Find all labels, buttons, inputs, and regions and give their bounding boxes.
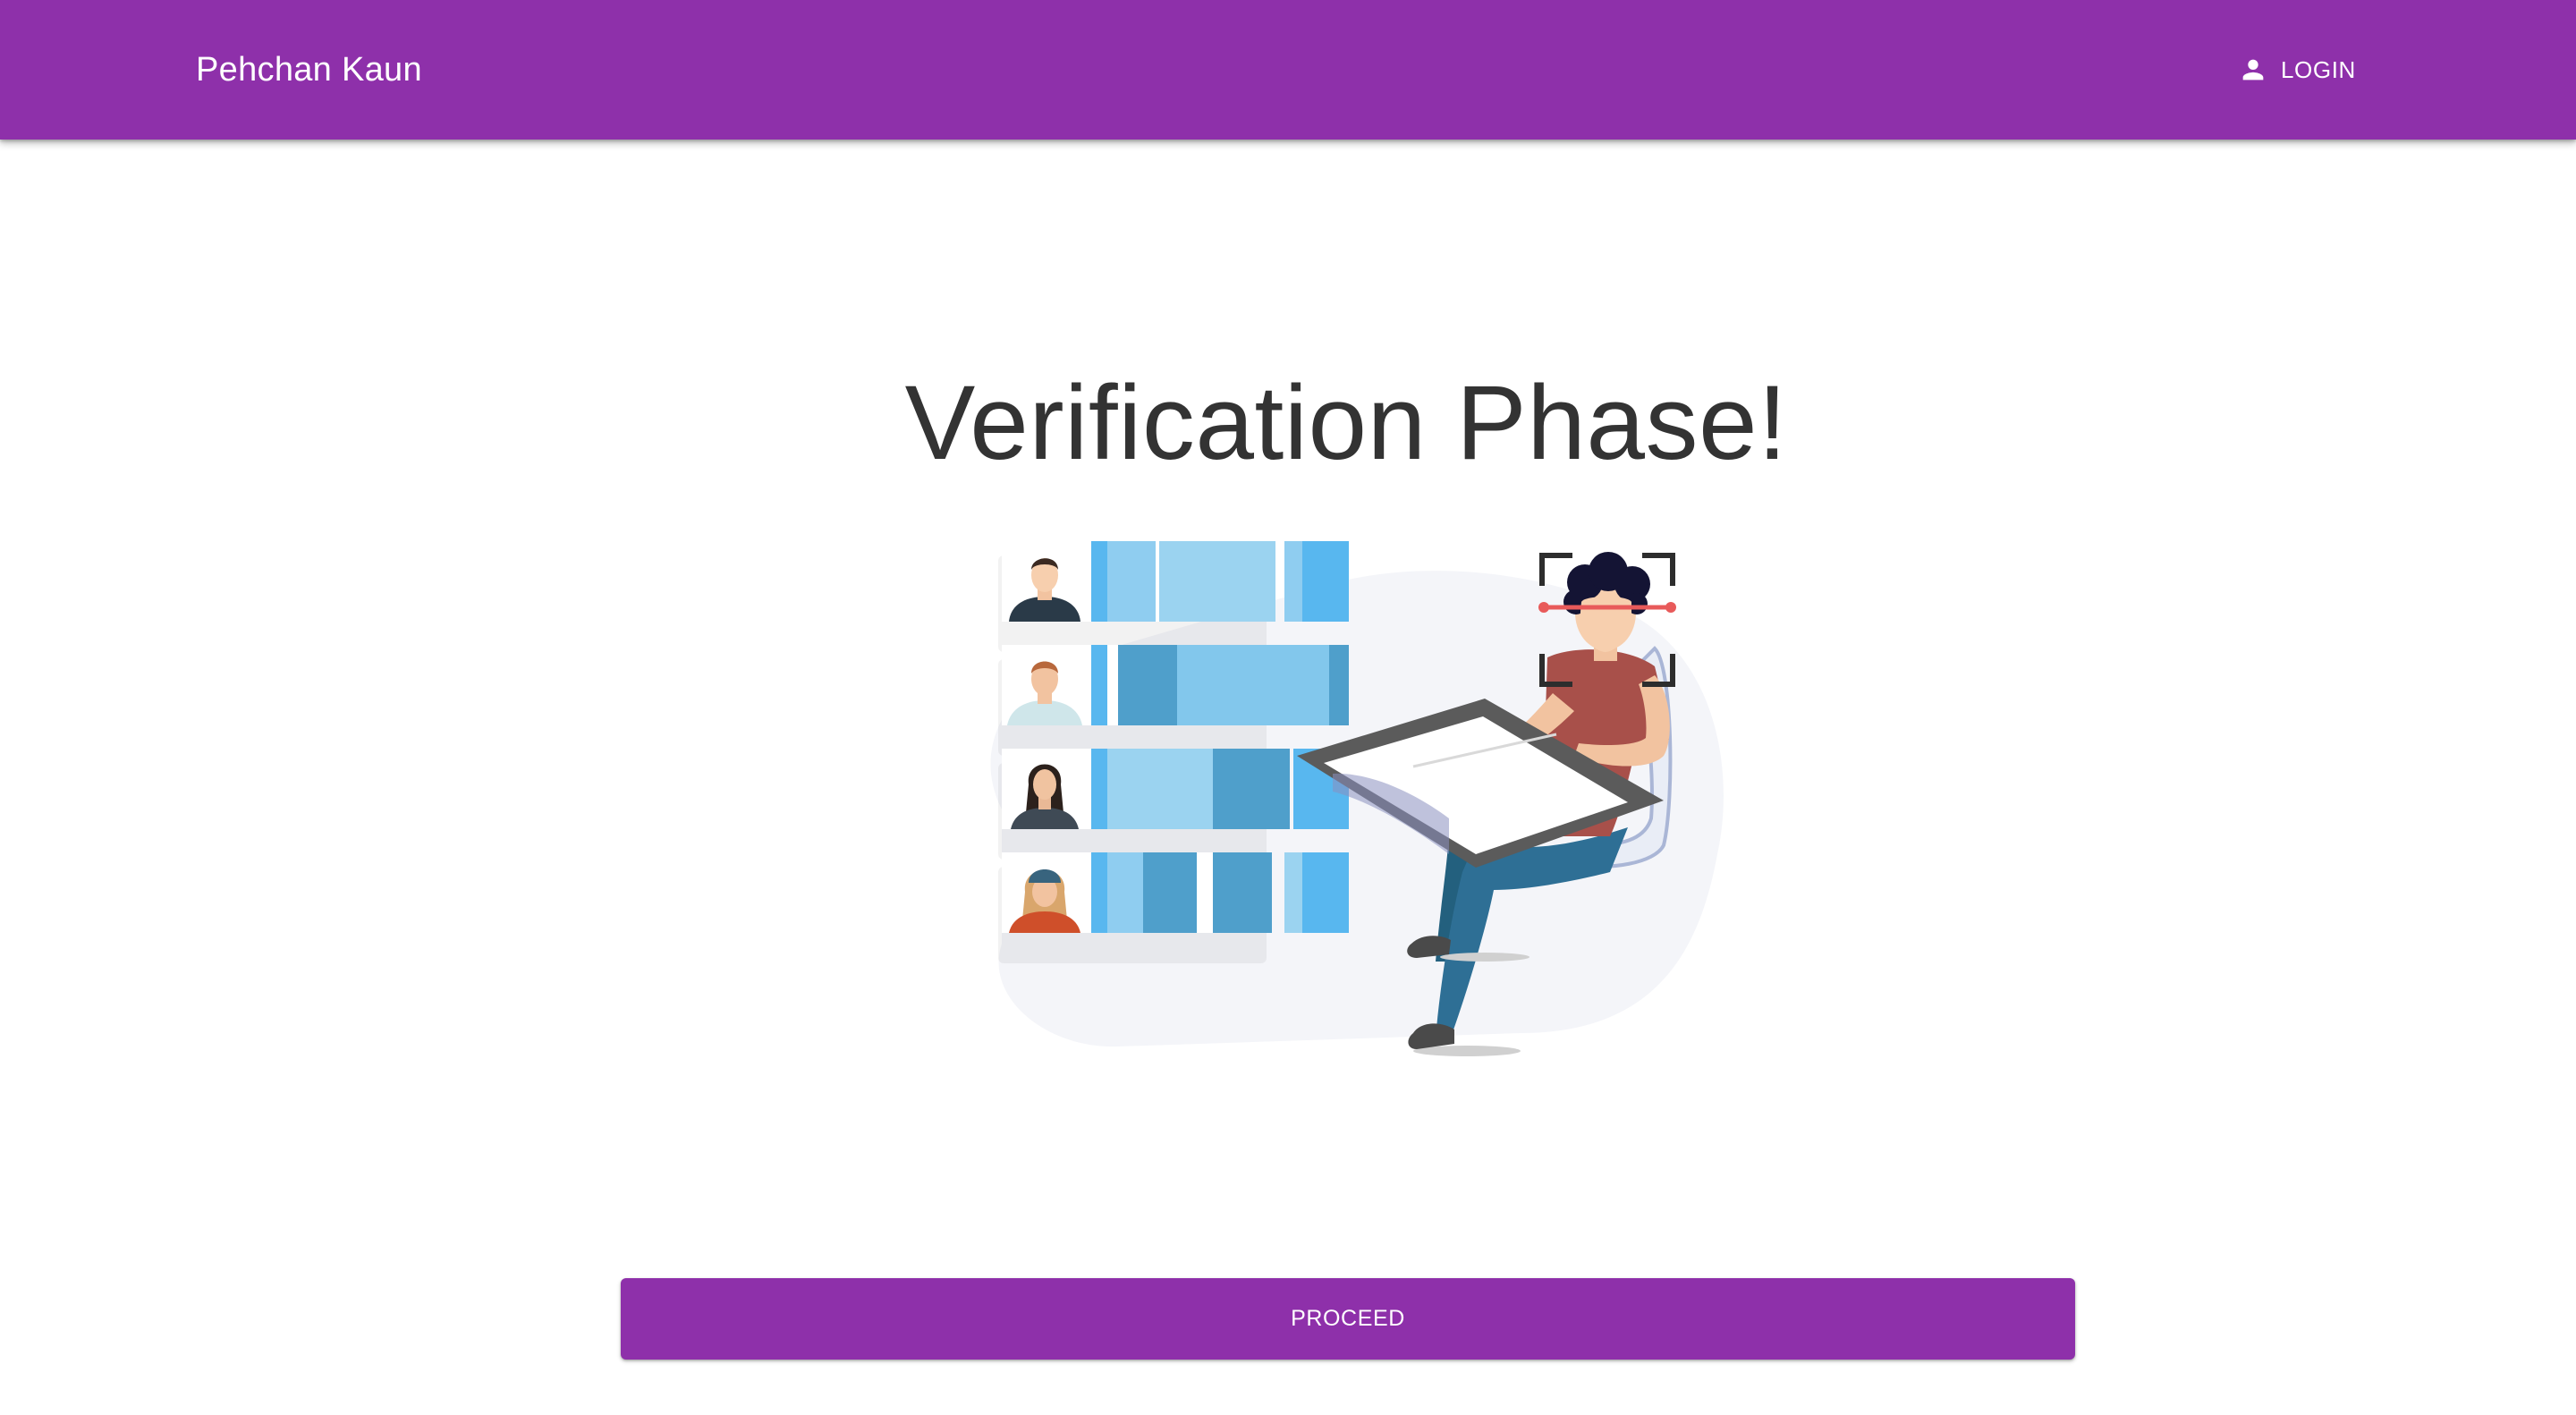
app-bar: Pehchan Kaun LOGIN	[0, 0, 2576, 140]
profile-card	[1002, 541, 1349, 622]
face-verification-illustration	[990, 541, 1724, 1056]
profile-card	[1002, 645, 1349, 725]
shoe-shadow	[1440, 953, 1530, 962]
profile-card	[1002, 749, 1349, 829]
page-title: Verification Phase!	[904, 364, 1788, 482]
login-button[interactable]: LOGIN	[2218, 43, 2376, 97]
proceed-button[interactable]: PROCEED	[621, 1278, 2075, 1360]
profile-card	[1002, 852, 1349, 933]
brand-title[interactable]: Pehchan Kaun	[196, 45, 422, 95]
login-label: LOGIN	[2281, 55, 2356, 83]
person-icon	[2242, 59, 2264, 80]
